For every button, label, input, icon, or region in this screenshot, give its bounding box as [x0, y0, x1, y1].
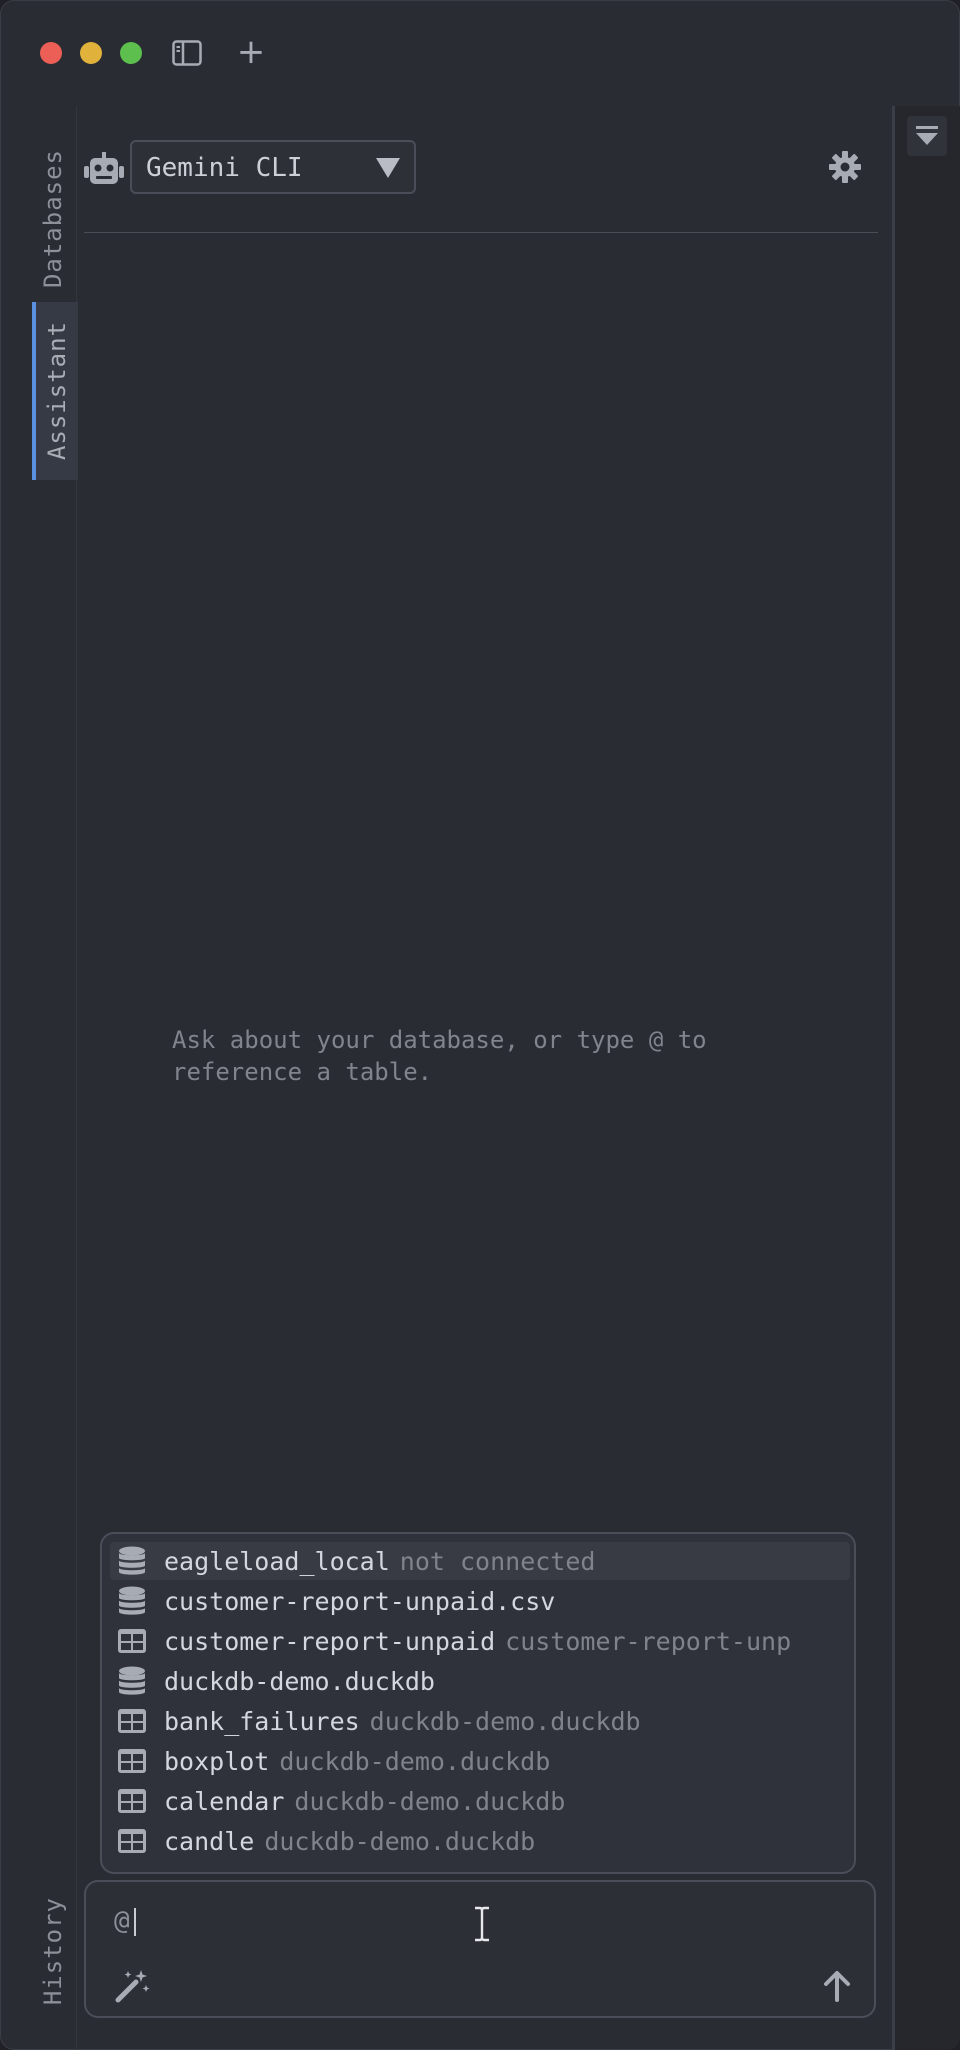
- mention-item-source: duckdb-demo.duckdb: [294, 1786, 566, 1816]
- maximize-window-button[interactable]: [120, 42, 142, 64]
- mention-item[interactable]: customer-report-unpaid customer-report-un…: [110, 1622, 850, 1660]
- header-divider: [84, 232, 878, 233]
- tab-history-label: History: [39, 1896, 67, 2006]
- database-icon: [116, 1585, 148, 1617]
- close-window-button[interactable]: [40, 42, 62, 64]
- mention-item-source: duckdb-demo.duckdb: [279, 1746, 551, 1776]
- app-window: + Databases Assistant History Gemini CLI: [0, 0, 960, 2050]
- minimize-window-button[interactable]: [80, 42, 102, 64]
- title-bar: +: [0, 0, 960, 106]
- mention-item[interactable]: customer-report-unpaid.csv: [110, 1582, 850, 1620]
- mention-item[interactable]: bank_failures duckdb-demo.duckdb: [110, 1702, 850, 1740]
- mention-item-name: bank_failures: [164, 1706, 360, 1736]
- send-arrow-icon[interactable]: [822, 1970, 852, 2002]
- chat-input[interactable]: @: [114, 1906, 130, 1936]
- gear-icon[interactable]: [828, 150, 862, 184]
- mention-item[interactable]: duckdb-demo.duckdb: [110, 1662, 850, 1700]
- right-panel-strip: [892, 106, 960, 2050]
- mention-item[interactable]: candle duckdb-demo.duckdb: [110, 1822, 850, 1860]
- empty-state-hint: Ask about your database, or type @ to re…: [172, 1026, 707, 1086]
- filter-icon: [916, 126, 938, 145]
- table-icon: [116, 1745, 148, 1777]
- new-tab-button[interactable]: +: [236, 34, 266, 70]
- database-icon: [116, 1665, 148, 1697]
- mention-suggestions-popup: eagleload_local not connected customer-rep…: [100, 1532, 856, 1874]
- mention-item-name: eagleload_local: [164, 1546, 390, 1576]
- ibeam-cursor-icon: [475, 1906, 489, 1942]
- mention-item-source: duckdb-demo.duckdb: [264, 1826, 536, 1856]
- mention-item-source: not connected: [399, 1546, 596, 1576]
- tab-databases[interactable]: Databases: [32, 134, 74, 304]
- chat-composer[interactable]: @: [84, 1880, 876, 2018]
- mention-item-name: customer-report-unpaid.csv: [164, 1586, 556, 1616]
- assistant-panel: Gemini CLI Ask about your database, or t…: [84, 106, 878, 2036]
- tab-assistant[interactable]: Assistant: [32, 302, 78, 480]
- agent-select[interactable]: Gemini CLI: [130, 140, 416, 194]
- sidebar-tab-rail: Databases Assistant History: [0, 106, 78, 2050]
- mention-item-name: customer-report-unpaid: [164, 1626, 496, 1656]
- filter-button[interactable]: [907, 116, 947, 156]
- mention-item-name: boxplot: [164, 1746, 270, 1776]
- mention-item[interactable]: boxplot duckdb-demo.duckdb: [110, 1742, 850, 1780]
- tab-databases-label: Databases: [39, 149, 67, 289]
- mention-item-source: duckdb-demo.duckdb: [369, 1706, 641, 1736]
- table-icon: [116, 1785, 148, 1817]
- assistant-header: Gemini CLI: [84, 140, 878, 200]
- mention-item-name: duckdb-demo.duckdb: [164, 1666, 435, 1696]
- mention-item-name: calendar: [164, 1786, 285, 1816]
- magic-wand-icon[interactable]: [114, 1968, 150, 2004]
- agent-select-value: Gemini CLI: [146, 153, 303, 183]
- mention-item-source: customer-report-unp: [505, 1626, 792, 1656]
- database-icon: [116, 1545, 148, 1577]
- chevron-down-icon: [376, 158, 400, 178]
- table-icon: [116, 1625, 148, 1657]
- sidebar-toggle-icon[interactable]: [172, 40, 202, 66]
- tab-assistant-label: Assistant: [43, 321, 71, 461]
- text-cursor: [134, 1908, 136, 1936]
- table-icon: [116, 1825, 148, 1857]
- mention-item[interactable]: eagleload_local not connected: [110, 1542, 850, 1580]
- table-icon: [116, 1705, 148, 1737]
- mention-item[interactable]: calendar duckdb-demo.duckdb: [110, 1782, 850, 1820]
- robot-icon: [84, 152, 124, 184]
- mention-item-name: candle: [164, 1826, 255, 1856]
- tab-history[interactable]: History: [32, 1876, 74, 2026]
